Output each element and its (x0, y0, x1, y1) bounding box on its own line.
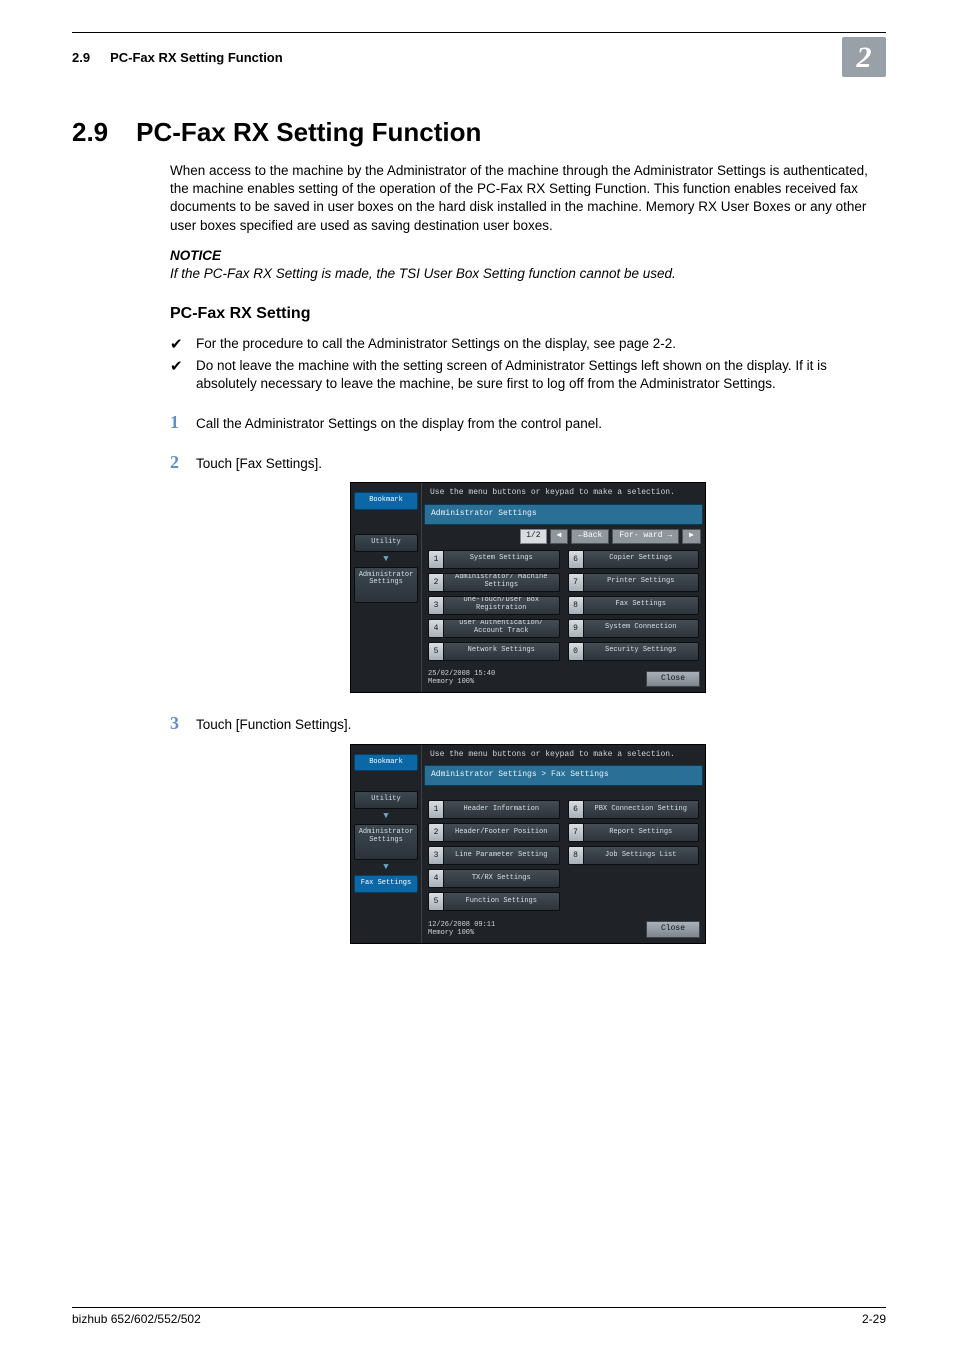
checklist-item: ✔ Do not leave the machine with the sett… (170, 357, 886, 393)
sidebar-bookmark-button[interactable]: Bookmark (354, 492, 418, 510)
sidebar-admin-button[interactable]: Administrator Settings (354, 567, 418, 603)
back-button[interactable]: ←Back (571, 529, 609, 544)
close-button[interactable]: Close (646, 921, 700, 938)
step-number: 1 (170, 410, 196, 434)
menu-txrx-settings[interactable]: 4TX/RX Settings (428, 869, 560, 888)
screenshot-admin-settings: Bookmark Utility ▼ Administrator Setting… (350, 482, 706, 693)
step-row: 3 Touch [Function Settings]. (170, 711, 886, 735)
footer-model: bizhub 652/602/552/502 (72, 1312, 201, 1326)
step-row: 2 Touch [Fax Settings]. (170, 450, 886, 474)
header-section-title: PC-Fax RX Setting Function (110, 50, 283, 65)
sidebar-utility-button[interactable]: Utility (354, 791, 418, 809)
menu-job-settings-list[interactable]: 8Job Settings List (568, 846, 700, 865)
menu-report-settings[interactable]: 7Report Settings (568, 823, 700, 842)
menu-function-settings[interactable]: 5Function Settings (428, 892, 560, 911)
forward-button[interactable]: For- ward → (612, 529, 679, 544)
intro-paragraph: When access to the machine by the Admini… (170, 162, 886, 235)
checklist-item: ✔ For the procedure to call the Administ… (170, 335, 886, 355)
arrow-right-icon[interactable]: ▶ (682, 529, 701, 544)
step-number: 3 (170, 711, 196, 735)
chapter-badge: 2 (842, 37, 886, 77)
notice-text: If the PC-Fax RX Setting is made, the TS… (170, 265, 886, 283)
menu-admin-machine-settings[interactable]: 2Administrator/ Machine Settings (428, 573, 560, 592)
notice-label: NOTICE (170, 247, 886, 265)
footer-page-number: 2-29 (862, 1312, 886, 1326)
heading-1: 2.9 PC-Fax RX Setting Function (72, 117, 886, 148)
menu-header-footer-position[interactable]: 2Header/Footer Position (428, 823, 560, 842)
header-section-no: 2.9 (72, 50, 90, 65)
menu-line-parameter[interactable]: 3Line Parameter Setting (428, 846, 560, 865)
breadcrumb: Administrator Settings (424, 504, 703, 525)
close-button[interactable]: Close (646, 671, 700, 688)
hint-text: Use the menu buttons or keypad to make a… (422, 483, 705, 502)
h1-title: PC-Fax RX Setting Function (136, 117, 481, 148)
status-datetime: 12/26/2008 09:11 Memory 100% (428, 922, 495, 937)
status-datetime: 25/02/2008 15:40 Memory 100% (428, 671, 495, 686)
sidebar-admin-button[interactable]: Administrator Settings (354, 824, 418, 860)
running-header: 2.9 PC-Fax RX Setting Function 2 (72, 37, 886, 77)
page-footer: bizhub 652/602/552/502 2-29 (72, 1307, 886, 1326)
hint-text: Use the menu buttons or keypad to make a… (422, 745, 705, 764)
breadcrumb: Administrator Settings > Fax Settings (424, 765, 703, 786)
chevron-down-icon: ▼ (354, 812, 418, 821)
heading-2: PC-Fax RX Setting (170, 303, 886, 325)
sidebar-utility-button[interactable]: Utility (354, 534, 418, 552)
menu-security-settings[interactable]: 0Security Settings (568, 642, 700, 661)
sidebar-bookmark-button[interactable]: Bookmark (354, 754, 418, 772)
step-text: Touch [Function Settings]. (196, 716, 351, 734)
menu-header-info[interactable]: 1Header Information (428, 800, 560, 819)
checkmark-icon: ✔ (170, 357, 196, 393)
checklist-text: For the procedure to call the Administra… (196, 335, 676, 355)
step-text: Touch [Fax Settings]. (196, 455, 322, 473)
chevron-down-icon: ▼ (354, 555, 418, 564)
menu-onetouch-userbox[interactable]: 3One-Touch/User Box Registration (428, 596, 560, 615)
step-number: 2 (170, 450, 196, 474)
h1-number: 2.9 (72, 117, 108, 148)
checkmark-icon: ✔ (170, 335, 196, 355)
menu-network-settings[interactable]: 5Network Settings (428, 642, 560, 661)
page-indicator: 1/2 (520, 529, 546, 544)
step-row: 1 Call the Administrator Settings on the… (170, 410, 886, 434)
sidebar-fax-settings-button[interactable]: Fax Settings (354, 875, 418, 893)
menu-pbx-connection[interactable]: 6PBX Connection Setting (568, 800, 700, 819)
menu-user-auth[interactable]: 4User Authentication/ Account Track (428, 619, 560, 638)
menu-copier-settings[interactable]: 6Copier Settings (568, 550, 700, 569)
step-text: Call the Administrator Settings on the d… (196, 415, 602, 433)
chevron-down-icon: ▼ (354, 863, 418, 872)
arrow-left-icon[interactable]: ◀ (550, 529, 569, 544)
menu-fax-settings[interactable]: 8Fax Settings (568, 596, 700, 615)
checklist-text: Do not leave the machine with the settin… (196, 357, 886, 393)
menu-system-connection[interactable]: 9System Connection (568, 619, 700, 638)
screenshot-fax-settings: Bookmark Utility ▼ Administrator Setting… (350, 744, 706, 944)
menu-system-settings[interactable]: 1System Settings (428, 550, 560, 569)
menu-printer-settings[interactable]: 7Printer Settings (568, 573, 700, 592)
